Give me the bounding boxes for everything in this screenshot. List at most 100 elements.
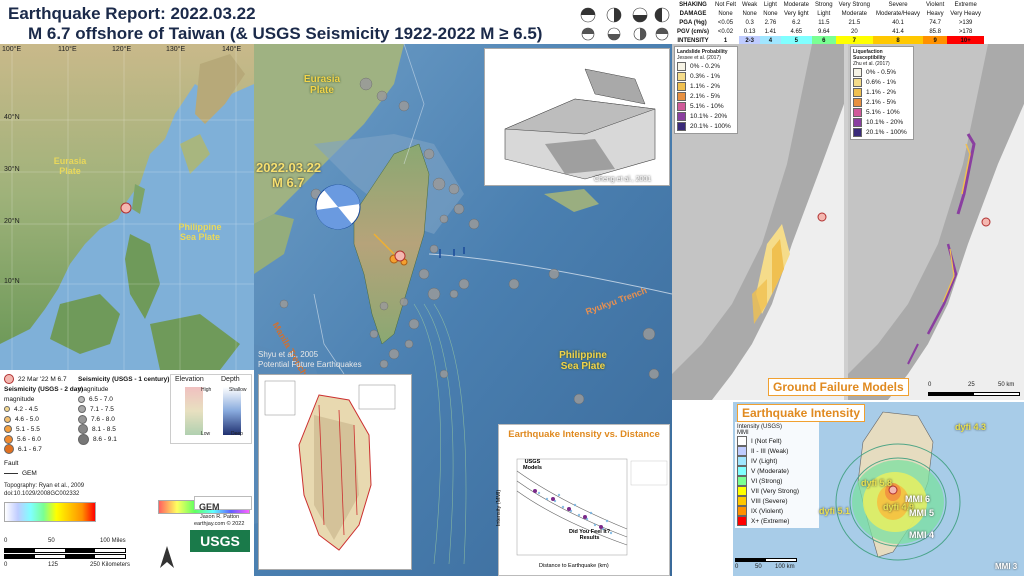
intensity-cell: 1 (712, 36, 740, 44)
elevation-depth-legend: Elevation Depth High Low Shallow Deep (170, 374, 252, 444)
legend-label: 1.1% - 2% (866, 88, 896, 96)
elev-low: Low (201, 431, 211, 437)
intensity-cell: 7 (835, 36, 874, 44)
lon-label-4: 130°E (166, 46, 186, 53)
legend-label: 5.1 - 5.5 (16, 425, 40, 433)
shaking-cell: 20 (850, 28, 858, 35)
legend-swatch (853, 107, 862, 117)
overview-philippine-label: Philippine Sea Plate (178, 222, 222, 242)
elevation-gradient (185, 387, 203, 435)
scale-bar: 0 50 100 Miles 0 125 250 Kilometers (4, 538, 131, 568)
legend-label: II - III (Weak) (751, 447, 789, 455)
legend-swatch (737, 446, 747, 456)
lat-label-3: 20°N (4, 218, 20, 225)
legend-swatch (853, 117, 862, 127)
dyfi-4.3: dyfi 4.3 (955, 422, 987, 432)
legend-swatch (677, 121, 686, 131)
legend-label: 8.6 - 9.1 (93, 435, 117, 443)
legend-item: 1.1% - 2% (677, 81, 735, 91)
elev-high: High (201, 387, 212, 393)
lon-label-3: 120°E (112, 46, 132, 53)
legend-label: 0% - 0.2% (690, 62, 720, 70)
legend-swatch (853, 77, 862, 87)
legend-century-list: 6.5 - 7.0 7.1 - 7.5 7.6 - 8.0 8.1 - 8.5 8.6 … (78, 394, 169, 445)
legend-label: IX (Violent) (751, 507, 784, 515)
lon-label-5: 140°E (222, 46, 242, 53)
legend-label: 6.1 - 6.7 (18, 445, 42, 453)
intensity-cell: 9 (923, 36, 948, 44)
legend-swatch (737, 476, 747, 486)
shaking-cell: Heavy (926, 10, 944, 17)
legend-label: 10.1% - 20% (690, 112, 728, 120)
legend-label: 20.1% - 100% (866, 128, 907, 136)
legend-swatch (737, 436, 747, 446)
legend-item: 4.2 - 4.5 (4, 404, 83, 414)
shaking-row-label: DAMAGE (679, 10, 707, 17)
gem-logo: GEM (194, 496, 252, 512)
lat-label-4: 10°N (4, 278, 20, 285)
shaking-cell: 21.5 (848, 19, 861, 26)
legend-fault: Fault (4, 459, 19, 467)
legend-label: 7.1 - 7.5 (90, 405, 114, 413)
legend-2day-title: Seismicity (USGS - 2 day) (4, 385, 84, 393)
depth-deep: Deep (231, 431, 243, 437)
legend-swatch (78, 414, 87, 424)
depth-title: Depth (221, 376, 240, 383)
beachball-icons (580, 7, 670, 41)
shaking-table-grid: SHAKING Not Felt Weak Light Moderate Strong Ve… (674, 0, 984, 44)
legend-2day-sub: magnitude (4, 395, 35, 403)
mmi-3-label: MMI 3 (995, 562, 1018, 571)
mmi-4-label: MMI 4 (909, 530, 935, 540)
shaking-row-label: PGA (%g) (679, 19, 707, 26)
intensity-distance-ylabel: Intensity (MMI) (496, 489, 503, 527)
legend-swatch (4, 434, 13, 444)
legend-item: 8.6 - 9.1 (78, 433, 169, 445)
legend-swatch (737, 506, 747, 516)
legend-swatch (677, 91, 686, 101)
shaking-cell: 9.64 (817, 28, 830, 35)
mmi-colorbar (4, 502, 96, 522)
page-subtitle: M 6.7 offshore of Taiwan (& USGS Seismic… (28, 24, 543, 43)
shaking-row: PGA (%g) <0.05 0.3 2.76 6.2 11.5 21.5 40.1 74.7 >… (674, 18, 984, 27)
legend-label: 0.6% - 1% (866, 78, 896, 86)
legend-item: 7.1 - 7.5 (78, 404, 169, 414)
landslide-legend: Landslide Probability Jessee et al. (201… (674, 46, 738, 134)
shaking-cell: <0.02 (717, 28, 734, 35)
legend-label: 0% - 0.5% (866, 68, 896, 76)
legend-item: 5.1 - 5.5 (4, 424, 83, 434)
mmi-5-label: MMI 5 (909, 508, 935, 518)
legend-swatch (4, 425, 12, 433)
intensity-distance-xlabel: Distance to Earthquake (km) (539, 563, 609, 569)
shaking-cell: Not Felt (715, 1, 737, 8)
legend-label: 10.1% - 20% (866, 118, 904, 126)
legend-label: I (Not Felt) (751, 437, 782, 445)
legend-item: VIII (Severe) (737, 496, 817, 506)
shaking-cell: None (763, 10, 778, 17)
usgs-logo: USGS (190, 530, 250, 552)
legend-item: 4.6 - 5.0 (4, 414, 83, 424)
focal-mechanism-beachball (315, 184, 361, 230)
shaking-cell: Very Strong (838, 1, 871, 8)
credit-author: Jason R. Patton (200, 514, 240, 520)
legend-item: 5.1% - 10% (677, 101, 735, 111)
legend-item: 6.5 - 7.0 (78, 394, 169, 404)
main-epicenter (394, 250, 406, 262)
event-label: 2022.03.22 M 6.7 (256, 160, 322, 190)
shaking-cell: 41.4 (892, 28, 904, 35)
legend-swatch (737, 456, 747, 466)
legend-label: 20.1% - 100% (690, 122, 731, 130)
overview-epicenter (120, 202, 132, 214)
ground-failure-scale: 0 25 50 km (928, 382, 1022, 396)
shaking-cell: 4.65 (790, 28, 803, 35)
legend-swatch (853, 97, 862, 107)
intensity-map: Earthquake Intensity Intensity (USGS) MM… (733, 402, 1024, 576)
legend-item: 5.1% - 10% (853, 107, 911, 117)
legend-label: 5.1% - 10% (866, 108, 900, 116)
shaking-row-label: SHAKING (679, 1, 707, 8)
legend-item: VII (Very Strong) (737, 486, 817, 496)
legend-item: V (Moderate) (737, 466, 817, 476)
ground-failure-title: Ground Failure Models (768, 378, 909, 396)
legend-swatch (78, 395, 85, 403)
legend-swatch (737, 516, 747, 526)
legend-label: X+ (Extreme) (751, 517, 790, 525)
